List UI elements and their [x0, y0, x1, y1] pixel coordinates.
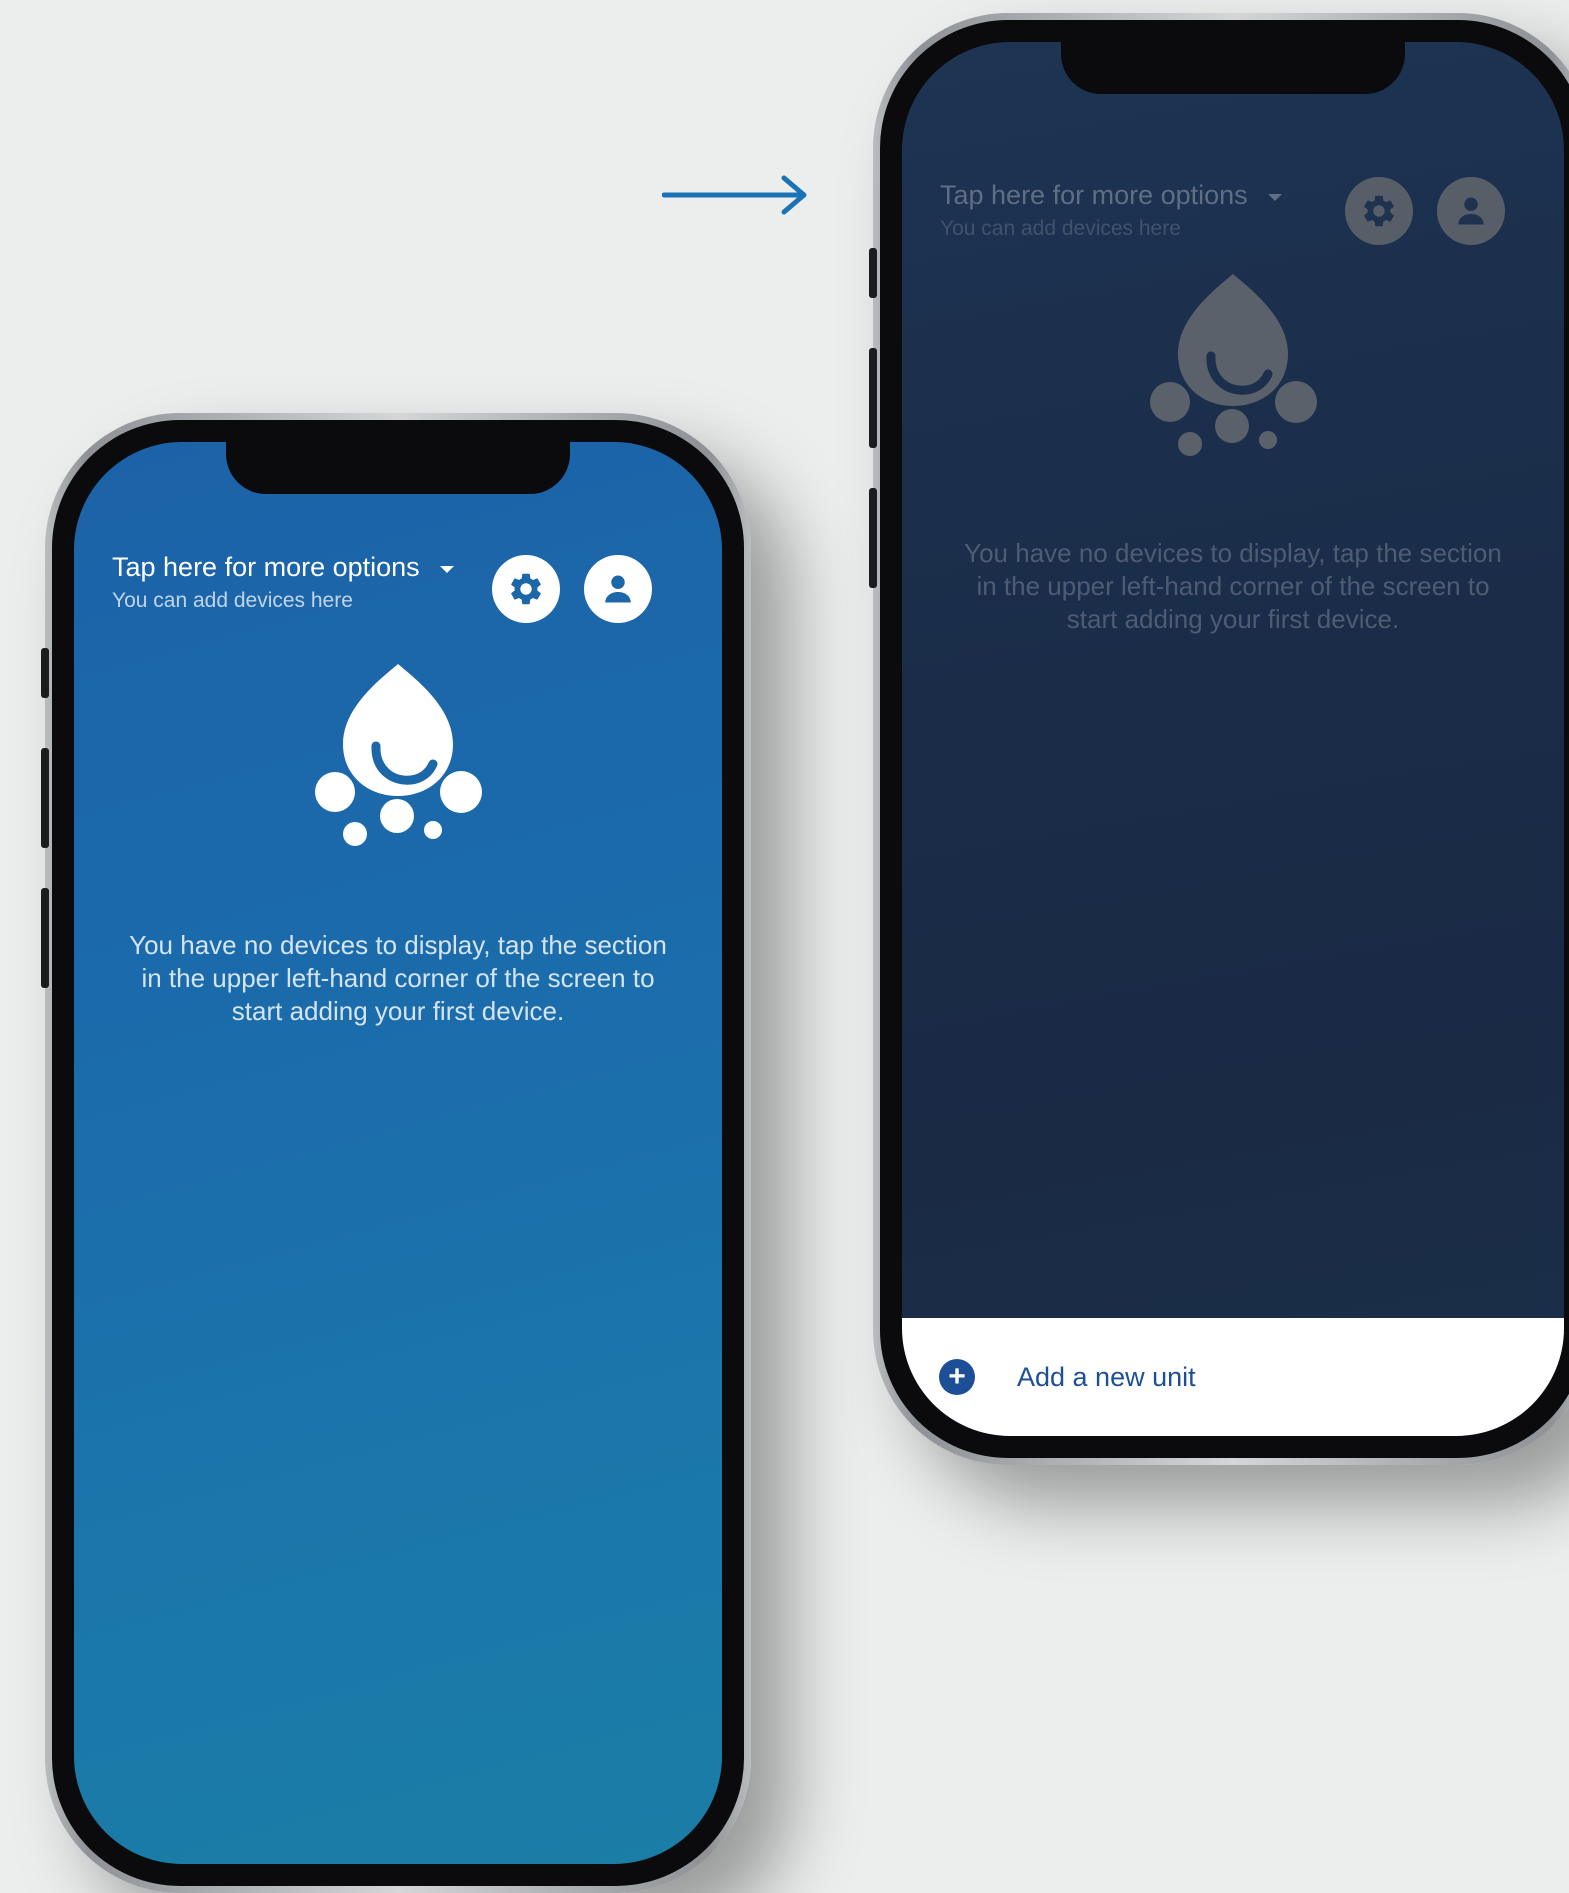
- phone-mockup-menu-open: Tap here for more options You can add de…: [869, 13, 1569, 1465]
- water-drop-logo: [1150, 274, 1317, 456]
- app-screen: Tap here for more options You can add de…: [74, 442, 722, 1864]
- plus-circle-icon: +: [939, 1359, 975, 1395]
- gear-icon: [1364, 195, 1394, 227]
- notch: [1061, 42, 1405, 94]
- silent-switch: [869, 248, 877, 298]
- profile-button[interactable]: [1437, 177, 1505, 245]
- options-subtitle: You can add devices here: [940, 217, 1181, 240]
- profile-button[interactable]: [584, 555, 652, 623]
- right-arrow-icon: [662, 175, 807, 215]
- add-unit-sheet[interactable]: + Add a new unit: [902, 1318, 1564, 1436]
- phone-bezel: Tap here for more options You can add de…: [52, 420, 744, 1886]
- volume-up-button: [869, 348, 877, 448]
- notch: [226, 442, 570, 494]
- silent-switch: [41, 648, 49, 698]
- user-icon: [1458, 197, 1484, 225]
- volume-up-button: [41, 748, 49, 848]
- options-title[interactable]: Tap here for more options: [112, 552, 454, 583]
- options-title-text: Tap here for more options: [112, 552, 420, 582]
- options-title[interactable]: Tap here for more options: [940, 180, 1282, 211]
- options-header[interactable]: Tap here for more options You can add de…: [940, 180, 1282, 241]
- options-subtitle: You can add devices here: [112, 589, 353, 612]
- options-title-text: Tap here for more options: [940, 180, 1248, 210]
- empty-state-message: You have no devices to display, tap the …: [964, 538, 1502, 634]
- user-icon: [605, 575, 631, 603]
- options-header[interactable]: Tap here for more options You can add de…: [112, 552, 454, 613]
- add-unit-label: Add a new unit: [1017, 1361, 1196, 1392]
- app-screen-dimmed: Tap here for more options You can add de…: [902, 42, 1564, 1436]
- gear-icon: [511, 573, 541, 605]
- empty-state-message: You have no devices to display, tap the …: [129, 930, 667, 1026]
- settings-button[interactable]: [492, 555, 560, 623]
- volume-down-button: [41, 888, 49, 988]
- caret-down-icon: [439, 566, 454, 573]
- water-drop-logo: [315, 664, 482, 846]
- phone-bezel: Tap here for more options You can add de…: [880, 20, 1569, 1458]
- caret-down-icon: [1267, 194, 1282, 201]
- volume-down-button: [869, 488, 877, 588]
- settings-button[interactable]: [1345, 177, 1413, 245]
- phone-mockup-empty-state: Tap here for more options You can add de…: [41, 413, 751, 1893]
